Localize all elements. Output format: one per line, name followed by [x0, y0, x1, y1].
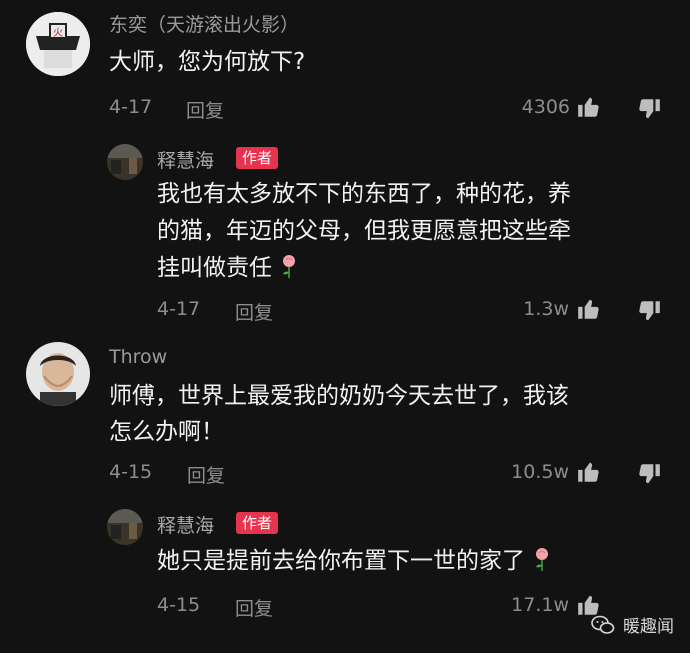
comment-date: 4-15 [109, 461, 153, 483]
author-badge: 作者 [236, 512, 279, 534]
reply-text-line: 挂叫做责任 [157, 250, 299, 287]
wechat-logo-icon [591, 615, 615, 634]
comment-text-line: 大师，您为何放下? [109, 49, 306, 75]
reply-button[interactable]: 回复 [235, 594, 273, 621]
comment-username[interactable]: Throw [109, 346, 167, 368]
thumbs-down-icon[interactable] [636, 461, 662, 487]
avatar[interactable]: 火 [26, 12, 90, 76]
reply-text-line: 我也有太多放不下的东西了，种的花，养 [157, 181, 571, 207]
reply-button[interactable]: 回复 [187, 461, 225, 488]
reply-text-line: 的猫，年迈的父母，但我更愿意把这些牵 [157, 218, 571, 244]
avatar[interactable] [107, 509, 143, 545]
thumbs-up-icon[interactable] [576, 94, 602, 120]
reply-username[interactable]: 释慧海 [157, 511, 214, 538]
reply-button[interactable]: 回复 [186, 96, 224, 123]
svg-text:火: 火 [53, 27, 63, 39]
like-count: 17.1w [511, 594, 569, 616]
watermark: 暖趣闻 [591, 612, 674, 637]
comment-text-line: 师傅，世界上最爱我的奶奶今天去世了，我该 [109, 383, 569, 409]
reply-text-fragment: 挂叫做责任 [157, 255, 272, 281]
thumbs-up-icon[interactable] [576, 296, 602, 322]
like-count: 4306 [521, 96, 570, 118]
like-count: 1.3w [523, 298, 569, 320]
reply-username[interactable]: 释慧海 [157, 146, 214, 173]
comment-text-line: 怎么办啊！ [109, 419, 224, 445]
thumbs-up-icon[interactable] [576, 459, 602, 485]
comment-username[interactable]: 东奕（天游滚出火影） [109, 10, 299, 37]
avatar-image: 火 [26, 12, 90, 76]
author-badge: 作者 [236, 147, 279, 169]
avatar-image [107, 509, 143, 545]
reply-button[interactable]: 回复 [235, 298, 273, 325]
thumbs-down-icon[interactable] [636, 96, 662, 122]
avatar[interactable] [26, 342, 90, 406]
comment-date: 4-17 [109, 96, 153, 118]
avatar-image [26, 342, 90, 406]
avatar[interactable] [107, 144, 143, 180]
reply-date: 4-15 [157, 594, 201, 616]
rose-emoji [536, 548, 549, 571]
reply-date: 4-17 [157, 298, 201, 320]
reply-text-fragment: 她只是提前去给你布置下一世的家了 [157, 548, 525, 574]
avatar-image [107, 144, 143, 180]
reply-text-line: 她只是提前去给你布置下一世的家了 [157, 543, 552, 580]
like-count: 10.5w [511, 461, 569, 483]
rose-emoji [283, 255, 296, 278]
thumbs-down-icon[interactable] [636, 298, 662, 324]
watermark-text: 暖趣闻 [623, 617, 674, 637]
